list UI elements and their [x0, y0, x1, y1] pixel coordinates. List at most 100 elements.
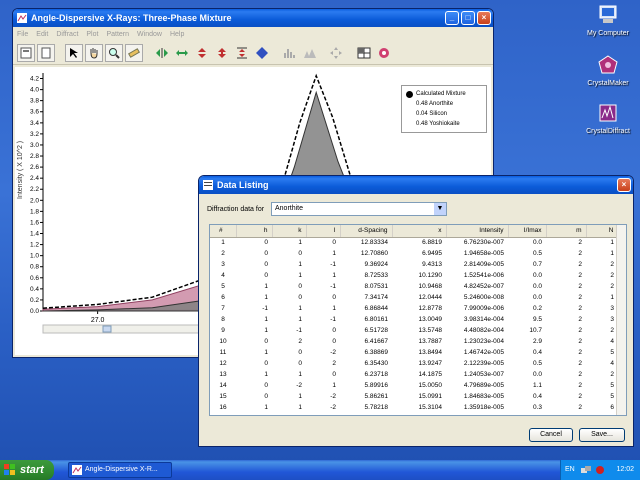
profile-button[interactable]: [375, 44, 393, 62]
compress-x-button[interactable]: [193, 44, 211, 62]
open-button[interactable]: [37, 43, 55, 62]
dialog-close-button[interactable]: ×: [617, 178, 631, 192]
table-row[interactable]: 16 1 1 -2 5.78218 15.3104 1.35918e-005 0.3 2 6: [210, 402, 618, 413]
y-tick-label: 2.0: [30, 197, 39, 204]
table-row[interactable]: 3 0 1 -1 9.36924 9.4313 2.81409e-005 0.7 2 2: [210, 259, 618, 270]
column-header[interactable]: d-Spacing: [340, 225, 393, 238]
table-row[interactable]: 13 1 1 0 6.23718 14.1875 1.24053e-007 0.0 2 2: [210, 369, 618, 380]
table-row[interactable]: 15 0 1 -2 5.86261 15.0991 1.84683e-005 0.4 2 5: [210, 391, 618, 402]
bars-button[interactable]: [281, 44, 299, 62]
scale-x-button[interactable]: [153, 44, 171, 62]
table-row[interactable]: 5 1 0 -1 8.07531 10.9468 4.82452e-007 0.0 2 2: [210, 281, 618, 292]
column-header[interactable]: m: [546, 225, 587, 238]
language-indicator[interactable]: EN: [565, 460, 575, 480]
table-row[interactable]: 1 0 1 0 12.83334 6.8819 6.76230e-007 0.0 2 1: [210, 237, 618, 248]
desktop-icon-my-computer[interactable]: My Computer: [576, 4, 640, 37]
table-cell: 7: [221, 305, 225, 312]
table-cell: 1: [298, 404, 302, 411]
table-row[interactable]: 2 0 0 1 12.70860 6.9495 1.94658e-005 0.5 2 1: [210, 248, 618, 259]
main-titlebar[interactable]: Angle-Dispersive X-Rays: Three-Phase Mix…: [13, 9, 493, 27]
pointer-button[interactable]: [65, 43, 83, 62]
network-icon[interactable]: [581, 465, 591, 475]
column-header[interactable]: k: [272, 225, 307, 238]
maximize-button[interactable]: □: [461, 11, 475, 25]
scale-y-icon: [218, 47, 226, 58]
table-scrollbar[interactable]: [616, 225, 626, 415]
table-row[interactable]: 8 1 1 -1 6.80161 13.0049 3.98314e-004 9.5 2 3: [210, 314, 618, 325]
zoom-button[interactable]: [105, 43, 123, 62]
fit-y-button[interactable]: [233, 44, 251, 62]
table-cell: 13.5748: [418, 327, 443, 334]
move-button[interactable]: [327, 44, 345, 62]
hand-button[interactable]: [85, 43, 103, 62]
y-tick-label: 1.8: [30, 208, 39, 215]
table-cell: 1: [298, 316, 302, 323]
minimize-button[interactable]: _: [445, 11, 459, 25]
column-header[interactable]: Intensity: [446, 225, 509, 238]
profile-icon: [379, 47, 389, 58]
menu-pattern[interactable]: Pattern: [106, 31, 129, 38]
close-button[interactable]: ×: [477, 11, 491, 25]
table-cell: 2: [578, 360, 582, 367]
column-header[interactable]: l: [306, 225, 341, 238]
table-row[interactable]: 11 1 0 -2 6.38869 13.8494 1.46742e-005 0.4 2 5: [210, 347, 618, 358]
table-cell: 2: [578, 261, 582, 268]
table-row[interactable]: 7 -1 1 1 6.86844 12.8778 7.99009e-006 0.2 2 3: [210, 303, 618, 314]
menu-window[interactable]: Window: [137, 31, 162, 38]
column-header[interactable]: x: [392, 225, 447, 238]
y-tick-label: 2.4: [30, 175, 39, 182]
bars-icon: [284, 48, 295, 58]
desktop-icon-crystaldiffract[interactable]: CrystalDiffract: [576, 102, 640, 135]
security-icon[interactable]: [595, 465, 605, 475]
menu-help[interactable]: Help: [170, 31, 184, 38]
table-cell: 1: [332, 272, 336, 279]
menu-diffract[interactable]: Diffract: [56, 31, 78, 38]
chevron-down-icon[interactable]: ▼: [434, 203, 446, 215]
peaks-button[interactable]: [301, 44, 319, 62]
table-row[interactable]: 14 0 -2 1 5.89916 15.0050 4.79689e-005 1.1 2 5: [210, 380, 618, 391]
dialog-titlebar[interactable]: Data Listing ×: [199, 176, 633, 194]
table-cell: 0.7: [532, 261, 542, 268]
table-cell: 2.9: [532, 338, 542, 345]
column-header[interactable]: I/Imax: [508, 225, 547, 238]
desktop-icon-crystalmaker[interactable]: CrystalMaker: [576, 54, 640, 87]
save-button[interactable]: Save...: [579, 428, 625, 442]
table-row[interactable]: 6 1 0 0 7.34174 12.0444 5.24600e-008 0.0 2 1: [210, 292, 618, 303]
table-row[interactable]: 4 0 1 1 8.72533 10.1290 1.52541e-006 0.0 2 2: [210, 270, 618, 281]
table-cell: 6.38869: [364, 349, 389, 356]
table-cell: 1: [332, 305, 336, 312]
fit-x-button[interactable]: [173, 44, 191, 62]
column-header[interactable]: N: [586, 225, 619, 238]
table-row[interactable]: 10 0 2 0 6.41667 13.7887 1.23023e-004 2.9 2 4: [210, 336, 618, 347]
menu-plot[interactable]: Plot: [86, 31, 98, 38]
column-header[interactable]: h: [236, 225, 273, 238]
table-cell: 1.52541e-006: [463, 272, 504, 279]
fit-all-button[interactable]: [253, 44, 271, 62]
scale-y-button[interactable]: [213, 44, 231, 62]
grid-icon: [357, 47, 371, 58]
cancel-button[interactable]: Cancel: [529, 428, 573, 442]
new-button[interactable]: [17, 43, 35, 62]
table-row[interactable]: 12 0 0 2 6.35430 13.9247 2.12239e-005 0.5 2 4: [210, 358, 618, 369]
menu-edit[interactable]: Edit: [36, 31, 48, 38]
app-icon: [72, 465, 82, 475]
table-cell: 4: [610, 360, 614, 367]
phase-select[interactable]: Anorthite ▼: [271, 202, 447, 216]
table-cell: -2: [330, 349, 336, 356]
column-header[interactable]: #: [210, 225, 237, 238]
data-table[interactable]: # h k l d-Spacing x Intensity I/Imax m N 1 0 1 0 12.8…: [209, 224, 627, 416]
grid-button[interactable]: [355, 44, 373, 62]
table-cell: 14.1875: [418, 371, 443, 378]
legend-item: Calculated Mixture: [406, 89, 482, 99]
pointer-icon: [70, 47, 78, 58]
ruler-button[interactable]: [125, 43, 143, 62]
table-cell: 2: [332, 360, 336, 367]
table-cell: 5: [610, 349, 614, 356]
table-row[interactable]: 9 1 -1 0 6.51728 13.5748 4.48082e-004 10.7 2 2: [210, 325, 618, 336]
table-cell: 2: [578, 338, 582, 345]
taskbar-item[interactable]: Angle-Dispersive X-R...: [68, 462, 172, 478]
menu-file[interactable]: File: [17, 31, 28, 38]
table-cell: 0.5: [532, 250, 542, 257]
main-menubar: File Edit Diffract Plot Pattern Window H…: [13, 27, 493, 41]
start-button[interactable]: start: [0, 460, 54, 480]
